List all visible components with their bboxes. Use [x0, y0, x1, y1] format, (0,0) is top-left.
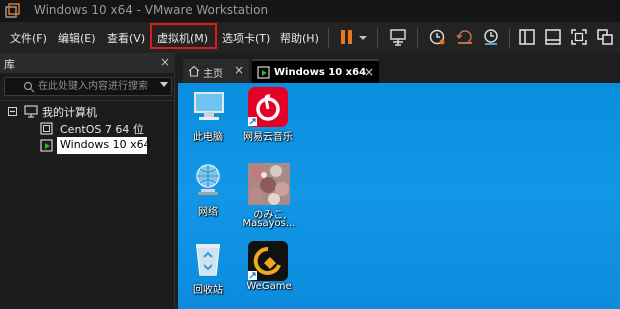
desktop-icon-wegame[interactable] — [248, 241, 290, 281]
thumbnail-bar-icon[interactable] — [542, 26, 564, 48]
snapshot-manager-icon[interactable] — [480, 26, 502, 48]
menu-view[interactable]: 查看(V) — [107, 29, 145, 48]
netease-music-icon — [248, 87, 288, 127]
desktop-icon-label-line2: Masayos... — [242, 218, 296, 229]
vm-icon — [40, 122, 53, 135]
tree-item-windows10[interactable]: Windows 10 x64 — [40, 137, 151, 154]
snapshot-icon[interactable] — [426, 26, 448, 48]
toolbar-separator — [377, 28, 378, 48]
desktop-icon-label: 网易云音乐 — [243, 132, 293, 143]
window-title: Windows 10 x64 - VMware Workstation — [34, 3, 269, 17]
library-panel: 库 × 我的计算机 CentOS 7 64 位 — [0, 53, 175, 309]
running-vm-icon — [40, 139, 53, 152]
wegame-icon — [248, 241, 288, 281]
tree-item-label: 我的计算机 — [42, 106, 97, 119]
tree-item-centos[interactable]: CentOS 7 64 位 — [40, 120, 170, 137]
search-dropdown-icon[interactable] — [160, 82, 168, 87]
desktop-icon-label: 网络 — [198, 207, 218, 218]
library-header: 库 × — [0, 53, 175, 73]
search-icon — [23, 81, 35, 93]
close-icon[interactable]: × — [234, 63, 244, 77]
pause-icon[interactable] — [336, 26, 358, 48]
computer-icon — [24, 105, 38, 118]
guest-desktop[interactable]: 此电脑 网易云音乐 网络 のみこ, Masayos... 回收站 WeGame — [178, 83, 620, 309]
title-bar: Windows 10 x64 - VMware Workstation — [0, 0, 620, 22]
home-icon — [188, 65, 200, 77]
tab-label: Windows 10 x64 — [274, 67, 367, 78]
toolbar-separator — [417, 28, 418, 48]
menu-tabs[interactable]: 选项卡(T) — [222, 29, 270, 48]
tree-item-label: Windows 10 x64 — [60, 138, 151, 151]
unity-icon[interactable] — [594, 26, 616, 48]
close-icon[interactable]: × — [364, 65, 374, 79]
library-title: 库 — [4, 58, 15, 71]
desktop-icon-network[interactable] — [188, 163, 228, 205]
desktop-icon-netease-music[interactable] — [248, 87, 288, 129]
toolbar-separator — [509, 28, 510, 48]
this-pc-icon — [194, 92, 224, 120]
menu-vm-highlight-box — [150, 23, 217, 49]
network-icon — [196, 164, 220, 195]
search-input[interactable] — [38, 79, 158, 94]
menu-edit[interactable]: 编辑(E) — [58, 29, 96, 48]
revert-snapshot-icon[interactable] — [454, 26, 476, 48]
desktop-icon-recycle-bin[interactable] — [188, 241, 228, 281]
desktop-icon-image-file[interactable] — [248, 163, 290, 207]
tree-item-label: CentOS 7 64 位 — [60, 123, 144, 136]
send-ctrl-alt-del-icon[interactable] — [387, 26, 409, 48]
running-vm-icon — [257, 66, 270, 79]
full-screen-icon[interactable] — [568, 26, 590, 48]
tab-label: 主页 — [203, 69, 223, 80]
tab-home[interactable]: 主页 × — [183, 59, 249, 83]
tree-divider — [0, 100, 175, 101]
library-search — [4, 77, 172, 96]
collapse-icon[interactable] — [8, 107, 17, 116]
image-thumbnail-icon — [248, 163, 290, 205]
library-close-icon[interactable]: × — [160, 55, 170, 69]
toolbar-separator — [328, 28, 329, 48]
power-dropdown-icon[interactable] — [356, 26, 370, 48]
show-library-icon[interactable] — [516, 26, 538, 48]
menu-file[interactable]: 文件(F) — [10, 29, 47, 48]
desktop-icon-label: 回收站 — [193, 285, 223, 296]
vmware-logo-icon — [5, 3, 20, 18]
menu-help[interactable]: 帮助(H) — [280, 29, 319, 48]
recycle-bin-icon — [196, 244, 220, 276]
desktop-icon-label: 此电脑 — [193, 132, 223, 143]
tree-item-my-computer[interactable]: 我的计算机 — [8, 103, 168, 120]
desktop-icon-label: WeGame — [246, 281, 292, 292]
tab-windows10[interactable]: Windows 10 x64 × — [252, 59, 379, 83]
